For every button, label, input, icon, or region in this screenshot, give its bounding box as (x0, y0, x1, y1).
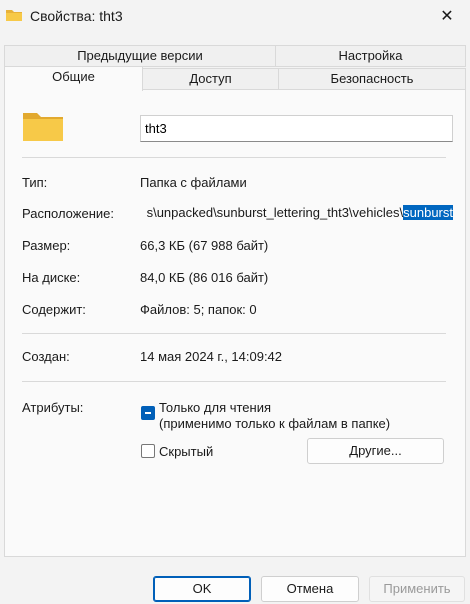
large-folder-icon (23, 113, 63, 141)
location-value: s\unpacked\sunburst_lettering_tht3\vehic… (146, 205, 404, 220)
tab-label: Предыдущие версии (77, 48, 203, 63)
tab-previous-versions[interactable]: Предыдущие версии (4, 45, 276, 67)
ok-button-label: OK (192, 581, 212, 596)
size-label: Размер: (22, 238, 71, 253)
tab-security[interactable]: Безопасность (278, 68, 466, 90)
separator (22, 381, 446, 382)
cancel-button-label: Отмена (286, 581, 334, 596)
type-value: Папка с файлами (140, 175, 247, 190)
apply-button[interactable]: Применить (369, 576, 465, 602)
tab-customize[interactable]: Настройка (275, 45, 466, 67)
readonly-note: (применимо только к файлам в папке) (159, 416, 391, 431)
type-label: Тип: (22, 175, 48, 190)
folder-icon (6, 10, 22, 21)
apply-button-label: Применить (383, 581, 451, 596)
separator (22, 157, 446, 158)
location-selection: sunburst (403, 205, 453, 220)
close-button[interactable]: ✕ (424, 0, 470, 32)
advanced-button-label: Другие... (349, 443, 402, 458)
general-panel (4, 89, 466, 557)
advanced-button[interactable]: Другие... (307, 438, 444, 464)
tab-label: Общие (52, 69, 95, 84)
hidden-label: Скрытый (159, 444, 214, 459)
readonly-checkbox[interactable] (141, 406, 155, 420)
location-field[interactable]: s\unpacked\sunburst_lettering_tht3\vehic… (140, 204, 453, 222)
ok-button[interactable]: OK (153, 576, 251, 602)
folder-name-input[interactable] (140, 115, 453, 142)
cancel-button[interactable]: Отмена (261, 576, 359, 602)
tab-sharing[interactable]: Доступ (142, 68, 279, 90)
created-value: 14 мая 2024 г., 14:09:42 (140, 349, 283, 364)
contains-label: Содержит: (22, 302, 86, 317)
location-label: Расположение: (22, 206, 114, 221)
window-title: Свойства: tht3 (30, 8, 123, 24)
created-label: Создан: (22, 349, 70, 364)
tab-label: Доступ (189, 71, 232, 86)
attributes-label: Атрибуты: (22, 400, 84, 415)
tab-general[interactable]: Общие (4, 66, 143, 91)
hidden-checkbox[interactable] (141, 444, 155, 458)
disk-value: 84,0 КБ (86 016 байт) (140, 270, 269, 285)
readonly-label: Только для чтения (159, 400, 272, 415)
close-icon: ✕ (440, 8, 454, 25)
tab-label: Безопасность (330, 71, 414, 86)
size-value: 66,3 КБ (67 988 байт) (140, 238, 269, 253)
tab-label: Настройка (338, 48, 403, 63)
separator (22, 333, 446, 334)
title-bar: Свойства: tht3 ✕ (0, 0, 470, 34)
contains-value: Файлов: 5; папок: 0 (140, 302, 257, 317)
disk-label: На диске: (22, 270, 81, 285)
